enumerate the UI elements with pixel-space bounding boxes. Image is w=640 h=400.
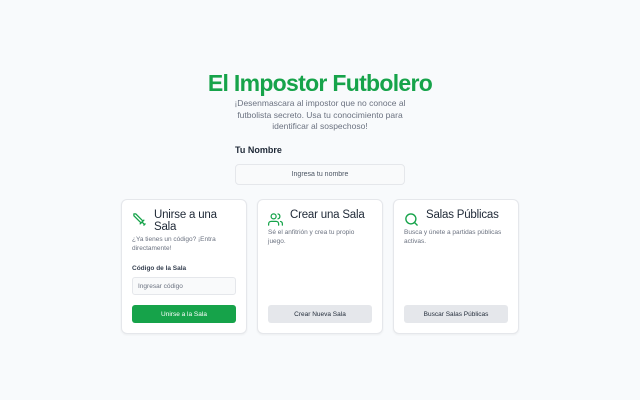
public-card-header: Salas Públicas bbox=[404, 209, 499, 227]
search-public-rooms-button[interactable]: Buscar Salas Públicas bbox=[404, 305, 508, 323]
join-card-header: Unirse a una Sala bbox=[132, 209, 239, 233]
page-subtitle: ¡Desenmascara al impostor que no conoce … bbox=[234, 98, 406, 131]
page-title: El Impostor Futbolero bbox=[207, 70, 433, 96]
name-input[interactable] bbox=[235, 164, 405, 185]
create-card-header: Crear una Sala bbox=[268, 209, 365, 227]
users-icon bbox=[268, 213, 283, 226]
name-label: Tu Nombre bbox=[235, 145, 282, 155]
sword-icon bbox=[133, 213, 146, 226]
public-rooms-card: Salas Públicas Busca y únete a partidas … bbox=[393, 199, 519, 334]
create-card-description: Sé el anfitrión y crea tu propio juego. bbox=[268, 229, 355, 245]
create-card-title: Crear una Sala bbox=[290, 209, 365, 221]
join-card-description: ¿Ya tienes un código? ¡Entra directament… bbox=[132, 236, 216, 252]
create-room-button[interactable]: Crear Nueva Sala bbox=[268, 305, 372, 323]
create-room-card: Crear una Sala Sé el anfitrión y crea tu… bbox=[257, 199, 383, 334]
join-room-card: Unirse a una Sala ¿Ya tienes un código? … bbox=[121, 199, 247, 334]
search-icon bbox=[405, 213, 418, 226]
room-code-label: Código de la Sala bbox=[132, 265, 187, 272]
public-card-title: Salas Públicas bbox=[426, 209, 499, 221]
public-card-description: Busca y únete a partidas públicas activa… bbox=[404, 229, 502, 245]
join-card-title: Unirse a una Sala bbox=[154, 209, 217, 233]
room-code-input[interactable] bbox=[132, 277, 236, 295]
join-room-button[interactable]: Unirse a la Sala bbox=[132, 305, 236, 323]
